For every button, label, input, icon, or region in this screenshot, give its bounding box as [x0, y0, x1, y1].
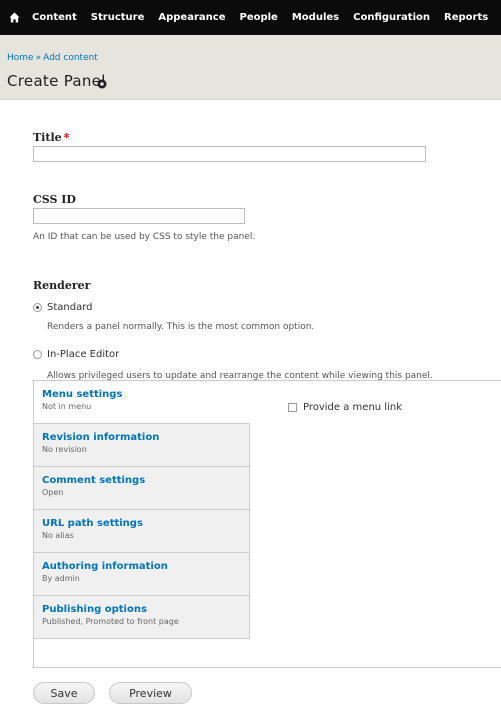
toolbar-menu: Content Structure Appearance People Modu…	[28, 0, 495, 35]
toolbar-item-appearance[interactable]: Appearance	[151, 0, 232, 35]
vertical-tabs-list: Menu settings Not in menu Revision infor…	[34, 381, 250, 668]
radio-standard[interactable]	[33, 303, 42, 312]
renderer-in-place-editor-label: In-Place Editor	[47, 349, 120, 360]
provide-menu-link-checkbox[interactable]	[288, 403, 297, 412]
tab-revision-information[interactable]: Revision information No revision	[34, 424, 250, 467]
breadcrumb-add-content-link[interactable]: Add content	[43, 53, 98, 63]
home-icon[interactable]	[0, 0, 28, 35]
tab-summary: No alias	[42, 531, 74, 540]
tab-authoring-information[interactable]: Authoring information By admin	[34, 553, 250, 596]
add-shortcut-icon[interactable]	[97, 79, 107, 89]
tab-summary: By admin	[42, 574, 80, 583]
tab-publishing-options[interactable]: Publishing options Published, Promoted t…	[34, 596, 250, 639]
tab-title: Authoring information	[42, 561, 168, 572]
vertical-tabs: Menu settings Not in menu Revision infor…	[33, 380, 501, 668]
breadcrumb: Home» Add content	[7, 53, 98, 63]
title-label: Title *	[33, 131, 69, 144]
renderer-option-in-place-editor[interactable]: In-Place Editor	[33, 349, 119, 360]
tab-menu-settings[interactable]: Menu settings Not in menu	[34, 381, 250, 424]
tab-title: Publishing options	[42, 604, 147, 615]
tab-url-path-settings[interactable]: URL path settings No alias	[34, 510, 250, 553]
page-header: Home» Add content Create Panel	[0, 35, 501, 100]
tab-summary: No revision	[42, 445, 87, 454]
preview-button[interactable]: Preview	[109, 682, 192, 704]
page-title: Create Panel	[7, 72, 106, 90]
title-input[interactable]	[33, 146, 426, 162]
renderer-option-standard[interactable]: Standard	[33, 302, 93, 313]
radio-in-place-editor[interactable]	[33, 350, 42, 359]
breadcrumb-home-link[interactable]: Home	[7, 53, 34, 63]
tab-title: URL path settings	[42, 518, 143, 529]
admin-toolbar: Content Structure Appearance People Modu…	[0, 0, 501, 35]
breadcrumb-separator: »	[35, 53, 42, 63]
title-label-text: Title	[33, 131, 62, 144]
toolbar-item-people[interactable]: People	[232, 0, 284, 35]
provide-menu-link-row[interactable]: Provide a menu link	[288, 402, 402, 413]
tab-summary: Published, Promoted to front page	[42, 617, 179, 626]
css-id-input[interactable]	[33, 208, 245, 224]
renderer-standard-label: Standard	[47, 302, 93, 313]
tab-title: Menu settings	[42, 389, 123, 400]
tab-summary: Open	[42, 488, 64, 497]
toolbar-item-structure[interactable]: Structure	[84, 0, 152, 35]
renderer-standard-description: Renders a panel normally. This is the mo…	[47, 322, 315, 332]
save-button[interactable]: Save	[33, 682, 95, 704]
toolbar-item-reports[interactable]: Reports	[437, 0, 495, 35]
provide-menu-link-label: Provide a menu link	[303, 402, 402, 413]
renderer-label: Renderer	[33, 279, 91, 292]
css-id-description: An ID that can be used by CSS to style t…	[33, 232, 256, 242]
required-marker: *	[63, 131, 70, 144]
css-id-label: CSS ID	[33, 193, 76, 206]
toolbar-item-modules[interactable]: Modules	[285, 0, 346, 35]
tab-comment-settings[interactable]: Comment settings Open	[34, 467, 250, 510]
tab-title: Revision information	[42, 432, 160, 443]
radio-selected-dot	[36, 306, 39, 309]
toolbar-item-configuration[interactable]: Configuration	[346, 0, 437, 35]
toolbar-item-content[interactable]: Content	[28, 0, 84, 35]
tab-summary: Not in menu	[42, 402, 92, 411]
tab-title: Comment settings	[42, 475, 146, 486]
